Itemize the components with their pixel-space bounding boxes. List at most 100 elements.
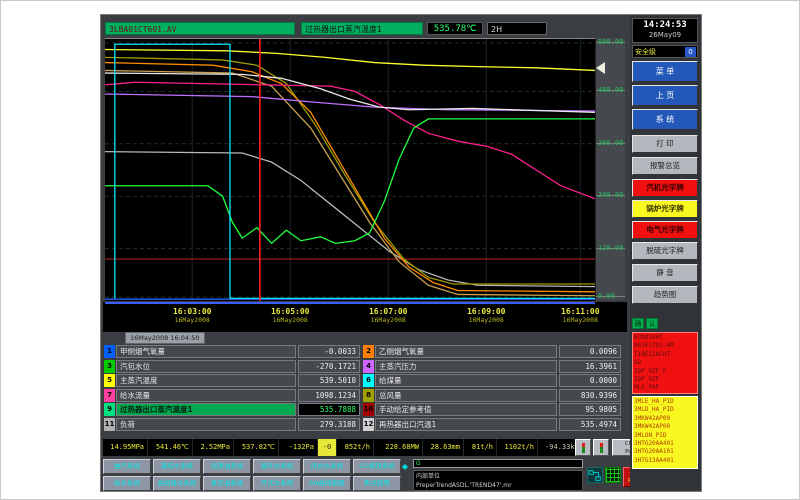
- alarm-item[interactable]: 3HTG13AA401: [634, 457, 696, 465]
- pen-value: 95.9805: [559, 403, 621, 416]
- alarm-item[interactable]: MLE_PAF: [634, 384, 696, 392]
- toolbar-button[interactable]: 抽汽系统: [103, 459, 151, 474]
- sidebar-button[interactable]: 菜 单: [632, 61, 698, 82]
- trend-range-selector[interactable]: 2H: [487, 22, 547, 35]
- trend-plot[interactable]: [105, 38, 595, 301]
- pen-tool-button-1[interactable]: [575, 439, 591, 456]
- toolbar-button[interactable]: 开式水系统: [253, 476, 301, 491]
- trend-row[interactable]: 6给煤量0.0000: [363, 374, 621, 387]
- trend-current-value: 535.78℃: [427, 22, 483, 35]
- status-bar: 14.95MPa541.46℃2.52MPa537.82℃-132Pa-0852…: [103, 439, 575, 456]
- toolbar-button[interactable]: 闭式水系统: [303, 459, 351, 474]
- sidebar-button[interactable]: 锅炉光字牌: [632, 200, 698, 218]
- pen-label: 主蒸汽温度: [116, 374, 296, 387]
- status-value: 228.68MW: [374, 439, 422, 456]
- trend-row[interactable]: 1甲侧烟气氧量-0.0033: [104, 345, 360, 358]
- trend-row[interactable]: 5主蒸汽温度539.5010: [104, 374, 360, 387]
- alarm-item[interactable]: 3MLD_HA_PID: [634, 406, 696, 414]
- toolbar-button[interactable]: 高加疏水系统: [153, 476, 201, 491]
- sidebar-button[interactable]: 汽机光字牌: [632, 179, 698, 197]
- trend-row[interactable]: 3汽包水位-270.1721: [104, 360, 360, 373]
- sidebar-button[interactable]: 静 音: [632, 264, 698, 282]
- trend-row[interactable]: 12再热器出口汽温1535.4974: [363, 418, 621, 431]
- trend-tag-field[interactable]: 3LBA01CT601.AV: [105, 22, 295, 35]
- trend-row[interactable]: 4主蒸汽压力16.3961: [363, 360, 621, 373]
- toolbar-button[interactable]: 焦点趋势: [353, 476, 401, 491]
- sidebar-button[interactable]: 脱硫光字牌: [632, 242, 698, 260]
- toolbar-button[interactable]: 给水系统: [103, 476, 151, 491]
- y-tick-label: 360.00: [598, 139, 623, 147]
- y-tick-label: 480.00: [598, 86, 623, 94]
- sidebar-button[interactable]: 趋势图: [632, 286, 698, 304]
- trend-row[interactable]: 2乙侧烟气氧量0.0096: [363, 345, 621, 358]
- trend-row[interactable]: 10手动给定参考值95.9805: [363, 403, 621, 416]
- pen-value: 830.9396: [559, 389, 621, 402]
- status-value: 28.63mm: [423, 439, 463, 456]
- alarm-item[interactable]: 3MKW42AP00: [634, 423, 696, 431]
- toolbar-button[interactable]: 润滑油系统: [203, 459, 251, 474]
- sidebar-button[interactable]: 系 统: [632, 109, 698, 130]
- alarm-ack-button[interactable]: 确: [632, 318, 644, 329]
- toolbar-row-2: 给水系统高加疏水系统真空油系统开式水系统DA曲线画面焦点趋势: [103, 476, 401, 491]
- link-nodes-icon[interactable]: [587, 467, 603, 483]
- toolbar-button[interactable]: 凝结水系统: [153, 459, 201, 474]
- alarm-item[interactable]: 3HTG20AA401: [634, 440, 696, 448]
- pen-label: 再热器出口汽温1: [375, 418, 557, 431]
- x-tick: 16:05:0016May2008: [271, 307, 310, 324]
- pen-tool-button-2[interactable]: [593, 439, 609, 456]
- x-tick-time: 16:09:00: [467, 307, 506, 316]
- toolbar-button[interactable]: 循环水系统: [253, 459, 301, 474]
- pen-color-chip: 10: [363, 403, 374, 416]
- toolbar-button[interactable]: 真空油系统: [203, 476, 251, 491]
- alarm-item[interactable]: B39O18HT: [634, 334, 696, 342]
- alarm-list-critical: B39O18HTN01E17SS.AMT18E12ACHTO2IDF_OZF_F…: [632, 332, 698, 394]
- pen-color-chip: 2: [363, 345, 374, 358]
- axis-baseline: [105, 302, 595, 304]
- y-tick-label: 600.00: [598, 38, 623, 46]
- trend-curve: [105, 152, 595, 287]
- clock-date: 26May09: [633, 31, 697, 40]
- y-tick-label: 0.00: [598, 292, 615, 300]
- sidebar-button[interactable]: 电气光字牌: [632, 221, 698, 239]
- grid-view-icon[interactable]: [605, 467, 621, 483]
- sidebar-button[interactable]: 打 印: [632, 135, 698, 153]
- pen-value: 16.3961: [559, 360, 621, 373]
- alarm-item[interactable]: 3MLE_HA_PID: [634, 398, 696, 406]
- alarm-item[interactable]: 3MKW42AP00: [634, 415, 696, 423]
- screenshot-stage: 3LBA01CT601.AV 过热器出口蒸汽温度1 535.78℃ 2H 600…: [0, 0, 800, 500]
- info-line-2: PreperTrendASDL.'TREND47'.mr: [416, 481, 580, 490]
- x-tick: 16:03:0016May2008: [173, 307, 212, 324]
- trend-curve: [105, 49, 595, 70]
- alarm-item[interactable]: 3MLON_PID: [634, 432, 696, 440]
- pen-label: 总风量: [375, 389, 557, 402]
- alarm-item[interactable]: O2: [634, 359, 696, 367]
- trend-row[interactable]: 9过热器出口蒸汽温度1535.7888: [104, 403, 360, 416]
- trend-row[interactable]: 7给水流量1098.1234: [104, 389, 360, 402]
- alarm-item[interactable]: IDF_OZF_F: [634, 368, 696, 376]
- x-tick: 16:09:0016May2008: [467, 307, 506, 324]
- trend-description-field[interactable]: 过热器出口蒸汽温度1: [301, 22, 423, 35]
- sidebar-button[interactable]: 报警总览: [632, 157, 698, 175]
- status-value: 541.46℃: [148, 439, 192, 456]
- pen-label: 给水流量: [116, 389, 296, 402]
- toolbar-button[interactable]: CO排放系统: [353, 459, 401, 474]
- pen-color-chip: 7: [104, 389, 115, 402]
- pen-table-right: 2乙侧烟气氧量0.0096 4主蒸汽压力16.39616给煤量0.0000 8总风量…: [363, 345, 621, 432]
- x-tick-date: 16May2008: [561, 316, 600, 324]
- alarm-list-warning: 3MLE_HA_PID3MLD_HA_PID3MKW42AP003MKW42AP…: [632, 396, 698, 469]
- trend-row[interactable]: 11负荷279.3188: [104, 418, 360, 431]
- sidebar-button[interactable]: 上 页: [632, 85, 698, 106]
- alarm-item[interactable]: T18E12ACHT: [634, 351, 696, 359]
- alarm-item[interactable]: 3HTG20AA101: [634, 448, 696, 456]
- diamond-icon[interactable]: ◆: [400, 462, 410, 472]
- trend-row[interactable]: 8总风量830.9396: [363, 389, 621, 402]
- alarm-item[interactable]: IDF_OZF: [634, 376, 696, 384]
- toolbar-button[interactable]: DA曲线画面: [303, 476, 351, 491]
- alarm-ack-button[interactable]: 认: [646, 318, 658, 329]
- hmi-window: 3LBA01CT601.AV 过热器出口蒸汽温度1 535.78℃ 2H 600…: [100, 14, 702, 492]
- command-input[interactable]: G: [413, 459, 583, 468]
- time-axis: 16:03:0016May200816:05:0016May200816:07:…: [103, 302, 627, 332]
- pen-value: 0.0000: [559, 374, 621, 387]
- alarm-item[interactable]: N01E17SS.AM: [634, 342, 696, 350]
- pen-value: 535.7888: [298, 403, 360, 416]
